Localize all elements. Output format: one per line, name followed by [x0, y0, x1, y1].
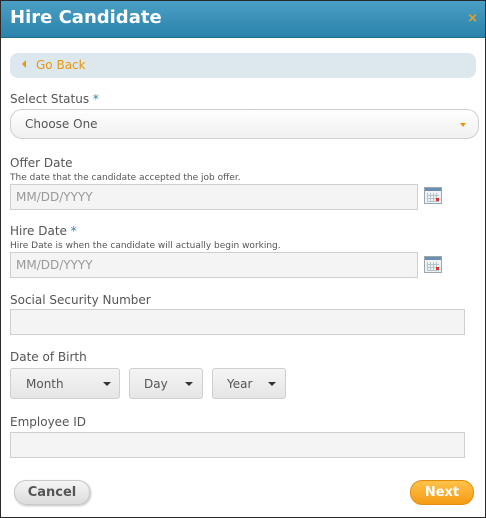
- dob-year-value: Year: [227, 377, 253, 391]
- next-button[interactable]: Next: [410, 480, 474, 505]
- required-mark: *: [70, 224, 77, 238]
- go-back-label: Go Back: [36, 58, 86, 72]
- select-status-label-text: Select Status: [10, 92, 90, 106]
- hire-date-label: Hire Date *: [10, 224, 77, 238]
- required-mark: *: [92, 92, 99, 106]
- dob-month-select[interactable]: Month: [10, 368, 120, 399]
- employee-id-label: Employee ID: [10, 415, 87, 429]
- dob-day-value: Day: [144, 377, 168, 391]
- chevron-down-icon: [185, 382, 193, 386]
- hire-date-field[interactable]: [10, 252, 418, 278]
- chevron-down-icon: [460, 123, 466, 127]
- select-status-dropdown[interactable]: Choose One: [10, 109, 479, 139]
- hire-date-help: Hire Date is when the candidate will act…: [10, 241, 281, 251]
- cancel-button[interactable]: Cancel: [14, 480, 90, 505]
- employee-id-field[interactable]: [10, 432, 465, 458]
- chevron-down-icon: [268, 382, 276, 386]
- offer-date-help: The date that the candidate accepted the…: [10, 173, 241, 183]
- next-button-label: Next: [424, 485, 460, 500]
- dob-year-select[interactable]: Year: [212, 368, 286, 399]
- chevron-left-icon: [22, 60, 26, 68]
- offer-date-field[interactable]: [10, 184, 418, 210]
- ssn-field[interactable]: [10, 309, 465, 335]
- select-status-label: Select Status *: [10, 92, 99, 106]
- calendar-icon[interactable]: [424, 256, 442, 273]
- go-back-button[interactable]: Go Back: [10, 53, 476, 78]
- offer-date-label: Offer Date: [10, 156, 73, 170]
- cancel-button-label: Cancel: [27, 485, 77, 500]
- dialog-title: Hire Candidate: [10, 7, 162, 28]
- ssn-label: Social Security Number: [10, 293, 151, 307]
- hire-candidate-dialog: Hire Candidate × Go Back Select Status *…: [0, 0, 486, 518]
- hire-date-label-text: Hire Date: [10, 224, 67, 238]
- dob-label: Date of Birth: [10, 350, 87, 364]
- chevron-down-icon: [103, 382, 111, 386]
- dialog-titlebar: Hire Candidate ×: [1, 1, 485, 38]
- close-icon[interactable]: ×: [467, 11, 478, 26]
- dob-day-select[interactable]: Day: [129, 368, 203, 399]
- calendar-icon[interactable]: [424, 187, 442, 204]
- select-status-value: Choose One: [25, 117, 98, 131]
- dob-month-value: Month: [26, 377, 64, 391]
